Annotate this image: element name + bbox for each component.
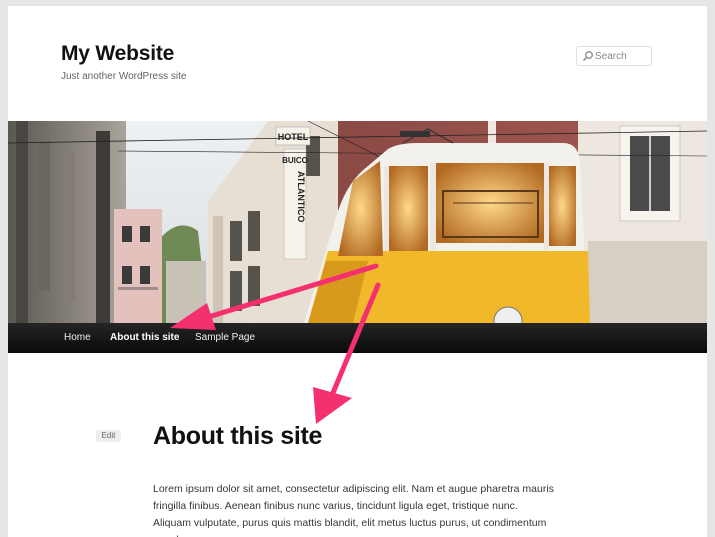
nav-item-home[interactable]: Home bbox=[64, 323, 91, 353]
entry-title: About this site bbox=[153, 422, 323, 450]
search-icon bbox=[582, 51, 593, 62]
search-input[interactable] bbox=[595, 48, 649, 64]
search-box[interactable] bbox=[576, 46, 652, 66]
nav-item-about-this-site[interactable]: About this site bbox=[110, 323, 179, 353]
atlantico-sign-text: ATLANTICO bbox=[296, 171, 306, 222]
header-image-tram: HOTEL BUICO ATLANTICO bbox=[8, 121, 707, 323]
edit-link[interactable]: Edit bbox=[96, 430, 121, 442]
site-title[interactable]: My Website bbox=[61, 42, 174, 66]
entry-content: Lorem ipsum dolor sit amet, consectetur … bbox=[153, 483, 554, 537]
buico-sign-text: BUICO bbox=[282, 156, 308, 165]
site-description: Just another WordPress site bbox=[61, 71, 187, 82]
hotel-sign-text: HOTEL bbox=[278, 132, 309, 142]
main-navigation: Home About this site Sample Page bbox=[8, 323, 707, 353]
page: My Website Just another WordPress site S… bbox=[8, 6, 707, 537]
nav-item-sample-page[interactable]: Sample Page bbox=[195, 323, 255, 353]
